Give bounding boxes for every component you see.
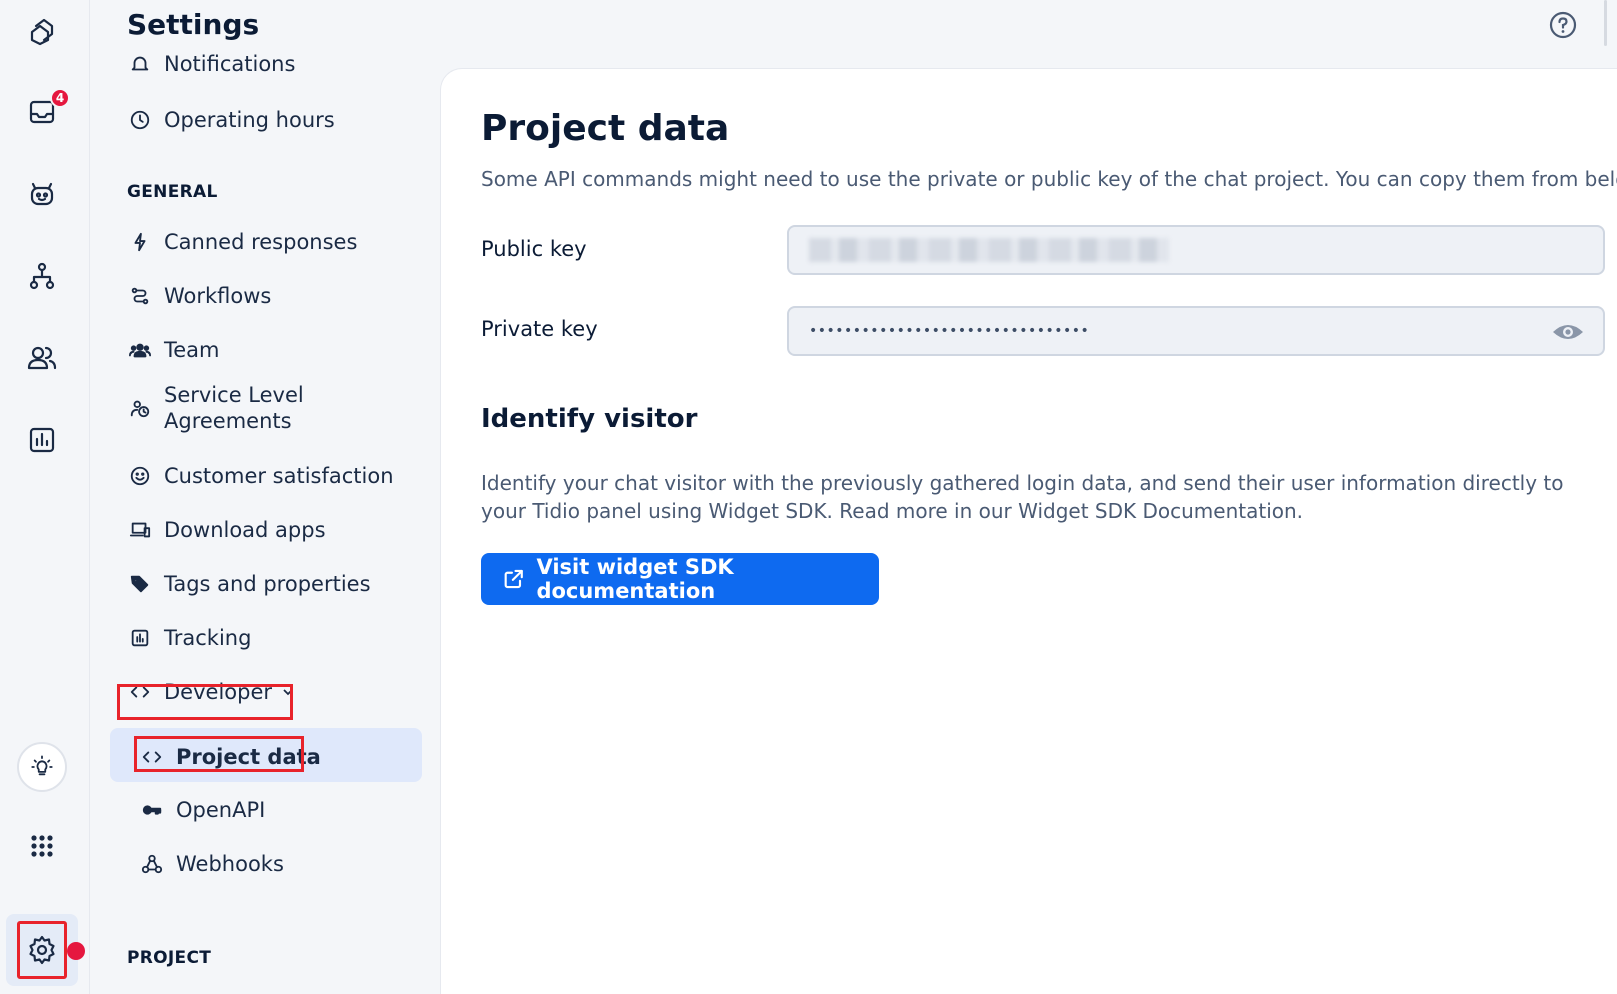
clock-icon (128, 108, 152, 132)
help-icon[interactable] (1548, 10, 1578, 40)
project-data-title: Project data (481, 108, 730, 149)
webhook-icon (140, 852, 164, 876)
section-general-heading: GENERAL (127, 182, 218, 202)
nav-item-label: OpenAPI (176, 798, 266, 822)
tidio-logo-icon[interactable] (20, 8, 64, 52)
analytics-icon[interactable] (20, 418, 64, 462)
nav-item-webhooks[interactable]: Webhooks (140, 844, 284, 884)
project-data-highlight (134, 736, 304, 772)
private-key-field[interactable]: •••••••••••••••••••••••••••••••• (787, 306, 1605, 356)
nav-item-label: Notifications (164, 52, 296, 76)
private-key-value: •••••••••••••••••••••••••••••••• (809, 323, 1090, 339)
nav-item-customer-satisfaction[interactable]: Customer satisfaction (128, 456, 394, 496)
public-key-label: Public key (481, 237, 587, 261)
inbox-badge: 4 (50, 88, 70, 108)
nav-item-label: Team (164, 338, 220, 362)
nav-item-label: Service Level (164, 383, 304, 407)
nav-item-label: Canned responses (164, 230, 358, 254)
nav-item-label: Operating hours (164, 108, 335, 132)
section-project-heading: PROJECT (127, 948, 212, 968)
project-data-description: Some API commands might need to use the … (481, 167, 1617, 191)
developer-highlight (117, 684, 293, 720)
identify-visitor-title: Identify visitor (481, 404, 698, 434)
identify-visitor-text: Identify your chat visitor with the prev… (481, 471, 1564, 523)
nav-item-label: Customer satisfaction (164, 464, 394, 488)
workflow-icon (128, 284, 152, 308)
nav-item-label: Agreements (164, 409, 292, 433)
notification-dot (67, 942, 85, 960)
key-icon (140, 798, 164, 822)
flows-icon[interactable] (20, 254, 64, 298)
bot-icon[interactable] (20, 172, 64, 216)
nav-item-workflows[interactable]: Workflows (128, 276, 271, 316)
public-key-field[interactable] (787, 225, 1605, 275)
nav-item-label: Download apps (164, 518, 326, 542)
nav-item-notifications[interactable]: Notifications (128, 48, 295, 84)
public-key-value-blurred (809, 238, 1169, 262)
nav-item-sla[interactable]: Service Level Agreements (128, 380, 304, 436)
nav-item-openapi[interactable]: OpenAPI (140, 790, 265, 830)
bell-icon (128, 52, 152, 76)
private-key-label: Private key (481, 317, 598, 341)
devices-icon (128, 518, 152, 542)
scrollbar[interactable] (1604, 0, 1607, 46)
page-title: Settings (127, 8, 260, 41)
nav-item-canned-responses[interactable]: Canned responses (128, 222, 357, 262)
nav-item-label: Webhooks (176, 852, 284, 876)
nav-item-team[interactable]: Team (128, 330, 220, 370)
contacts-icon[interactable] (20, 336, 64, 380)
external-link-icon (504, 569, 523, 589)
smile-icon (128, 464, 152, 488)
nav-item-tracking[interactable]: Tracking (128, 618, 251, 658)
lightning-icon (128, 230, 152, 254)
lightbulb-icon[interactable] (17, 742, 67, 792)
nav-item-label: Workflows (164, 284, 272, 308)
icon-rail: 4 (0, 0, 90, 994)
nav-item-operating-hours[interactable]: Operating hours (128, 100, 335, 140)
chart-icon (128, 626, 152, 650)
main-panel (440, 68, 1617, 994)
team-icon (128, 338, 152, 362)
inbox-icon[interactable]: 4 (20, 88, 70, 134)
nav-item-label: Tags and properties (164, 572, 371, 596)
sla-icon (128, 396, 152, 420)
visit-sdk-docs-button[interactable]: Visit widget SDK documentation (481, 553, 879, 605)
visit-sdk-docs-label: Visit widget SDK documentation (536, 555, 734, 603)
nav-item-download-apps[interactable]: Download apps (128, 510, 326, 550)
nav-item-label: Tracking (164, 626, 252, 650)
nav-item-tags-properties[interactable]: Tags and properties (128, 564, 371, 604)
apps-grid-icon[interactable] (20, 824, 64, 868)
tag-icon (128, 572, 152, 596)
eye-icon[interactable] (1551, 320, 1585, 344)
